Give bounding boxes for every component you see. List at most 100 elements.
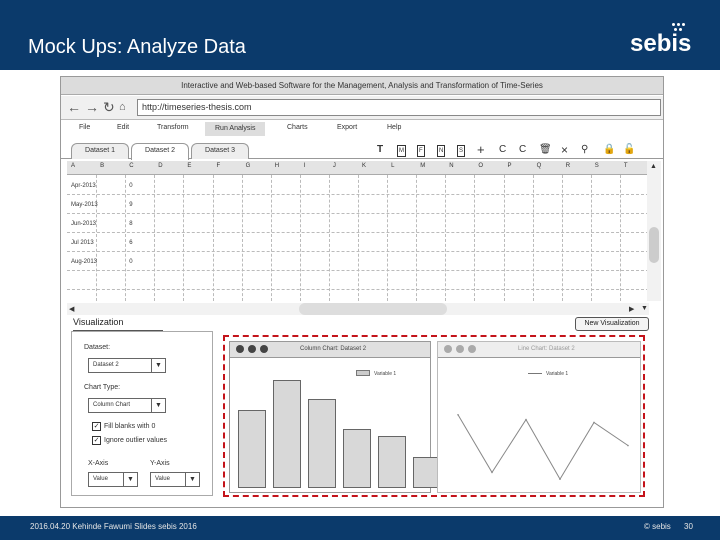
column-chart-window[interactable]: Column Chart: Dataset 2 Variable 1	[229, 341, 441, 493]
text-tool-icon[interactable]: T	[377, 145, 383, 155]
ignore-outliers-checkbox[interactable]: ✓	[92, 436, 101, 445]
footer-copyright: © sebis	[644, 522, 671, 531]
grid-cell[interactable]: Jul 2013	[71, 240, 94, 246]
refresh-icon[interactable]: C	[499, 145, 506, 155]
grid-cell[interactable]: Aug-2013	[71, 259, 97, 265]
scroll-up-icon[interactable]: ▲	[650, 163, 657, 170]
column-header[interactable]: A	[71, 163, 75, 169]
column-header[interactable]: L	[391, 163, 394, 169]
y-axis-select[interactable]: Value ▼	[150, 472, 200, 487]
add-icon[interactable]: +	[477, 143, 485, 156]
forward-arrow-icon[interactable]: →	[85, 98, 99, 116]
column-header[interactable]: S	[595, 163, 599, 169]
minimize-icon[interactable]	[456, 345, 464, 353]
slide-header: Mock Ups: Analyze Data sebis	[0, 0, 720, 70]
logo-dots-icon	[672, 23, 686, 33]
scroll-right-icon[interactable]: ▶	[629, 305, 634, 313]
fill-blanks-checkbox[interactable]: ✓	[92, 422, 101, 431]
fill-blanks-label: Fill blanks with 0	[104, 423, 156, 430]
new-visualization-button[interactable]: New Visualization	[575, 317, 649, 331]
column-header[interactable]: N	[449, 163, 453, 169]
home-icon[interactable]: ⌂	[119, 98, 126, 116]
dataset-select[interactable]: Dataset 2 ▼	[88, 358, 166, 373]
grid-cell[interactable]: 0	[129, 183, 132, 189]
visualization-area: Column Chart: Dataset 2 Variable 1 Line …	[223, 335, 645, 497]
column-header[interactable]: Q	[537, 163, 542, 169]
menu-file[interactable]: File	[79, 124, 90, 131]
close-icon[interactable]: ×	[561, 144, 568, 156]
vertical-scroll-thumb[interactable]	[649, 227, 659, 263]
chart-type-select[interactable]: Column Chart ▼	[88, 398, 166, 413]
column-header[interactable]: P	[508, 163, 512, 169]
close-icon[interactable]	[468, 345, 476, 353]
grid-cell[interactable]: Apr-2013	[71, 183, 96, 189]
line-chart-plot	[457, 414, 629, 481]
tab-dataset-3[interactable]: Dataset 3	[191, 143, 249, 159]
minimize-icon[interactable]	[248, 345, 256, 353]
f-tool-icon[interactable]: F	[417, 145, 425, 157]
reload-icon[interactable]: ↻	[103, 98, 115, 116]
column-header[interactable]: K	[362, 163, 366, 169]
grid-cell[interactable]: May-2013	[71, 202, 98, 208]
column-header[interactable]: C	[129, 163, 133, 169]
grid-cell[interactable]: 9	[129, 202, 132, 208]
grid-cell[interactable]: 0	[129, 259, 132, 265]
menu-edit[interactable]: Edit	[117, 124, 129, 131]
column-header[interactable]: B	[100, 163, 104, 169]
grid-row-line	[67, 270, 649, 271]
scroll-left-icon[interactable]: ◀	[69, 305, 74, 313]
n-tool-icon[interactable]: N	[437, 145, 446, 157]
column-header[interactable]: E	[187, 163, 191, 169]
horizontal-scrollbar[interactable]: ◀ ▶ ▼	[67, 303, 649, 315]
menu-run-analysis[interactable]: Run Analysis	[205, 122, 266, 136]
grid-cell[interactable]: 8	[129, 221, 132, 227]
lock-icon[interactable]: 🔒	[603, 145, 615, 155]
settings-icon[interactable]	[444, 345, 452, 353]
x-axis-select[interactable]: Value ▼	[88, 472, 138, 487]
settings-icon[interactable]	[236, 345, 244, 353]
column-header[interactable]: I	[304, 163, 306, 169]
m-tool-icon[interactable]: M	[397, 145, 406, 157]
menu-export[interactable]: Export	[337, 124, 357, 131]
url-input[interactable]: http://timeseries-thesis.com	[137, 99, 661, 116]
data-grid[interactable]: A B C D E F G H I J K L M N O P Q R S T Apr-2013 0 May-2013 9 J…	[67, 161, 649, 301]
trash-icon[interactable]: 🗑	[539, 145, 552, 155]
menu-help[interactable]: Help	[387, 124, 401, 131]
grid-row-line	[67, 194, 649, 195]
grid-cell[interactable]: 6	[129, 240, 132, 246]
close-icon[interactable]	[260, 345, 268, 353]
back-arrow-icon[interactable]: ←	[67, 98, 81, 116]
column-header[interactable]: J	[333, 163, 336, 169]
vertical-scrollbar[interactable]: ▲	[647, 161, 661, 301]
tab-dataset-1[interactable]: Dataset 1	[71, 143, 129, 159]
sebis-logo: sebis	[630, 30, 692, 57]
line-point	[627, 444, 629, 447]
menu-transform[interactable]: Transform	[157, 124, 189, 131]
menu-bar: File Edit Transform Run Analysis Charts …	[61, 121, 663, 137]
slide-title: Mock Ups: Analyze Data	[28, 36, 246, 58]
scroll-down-icon[interactable]: ▼	[641, 305, 648, 312]
zoom-icon[interactable]: ⚲	[581, 145, 588, 155]
chevron-down-icon: ▼	[151, 399, 165, 412]
column-header[interactable]: M	[420, 163, 425, 169]
ignore-outliers-label: Ignore outlier values	[104, 437, 168, 444]
legend-swatch	[356, 370, 370, 376]
series-line-variable-1	[457, 414, 629, 481]
menu-charts[interactable]: Charts	[287, 124, 308, 131]
x-axis-label: X-Axis	[88, 460, 109, 467]
column-header[interactable]: H	[275, 163, 279, 169]
column-header[interactable]: G	[246, 163, 251, 169]
grid-cell[interactable]: Jun-2013	[71, 221, 96, 227]
column-header[interactable]: T	[624, 163, 628, 169]
column-header[interactable]: O	[478, 163, 483, 169]
s-tool-icon[interactable]: S	[457, 145, 466, 157]
column-header[interactable]: F	[217, 163, 221, 169]
column-header[interactable]: R	[566, 163, 570, 169]
line-chart-window[interactable]: Line Chart: Dataset 2 Variable 1	[437, 341, 641, 493]
cycle-icon[interactable]: C	[519, 145, 526, 155]
horizontal-scroll-thumb[interactable]	[299, 303, 447, 315]
column-header[interactable]: D	[158, 163, 162, 169]
tab-dataset-2[interactable]: Dataset 2	[131, 143, 189, 160]
unlock-icon[interactable]: 🔓	[623, 145, 635, 155]
window-title: Interactive and Web-based Software for t…	[61, 77, 663, 95]
